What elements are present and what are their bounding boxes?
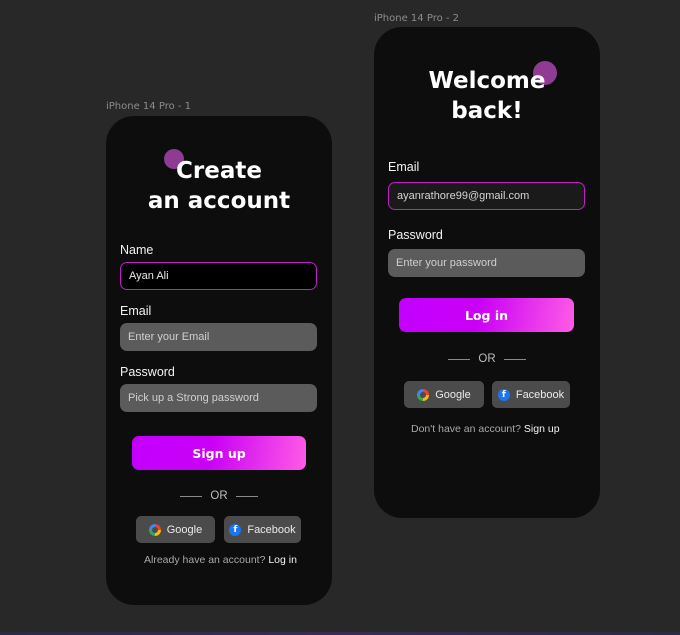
email-input[interactable]: Enter your Email (120, 323, 317, 351)
title-line-2: an account (147, 188, 291, 214)
divider-line-right (235, 495, 258, 497)
or-divider: OR (374, 353, 600, 365)
password-label: Password (388, 228, 443, 242)
divider-text: OR (210, 490, 228, 502)
page-title: Create an account (106, 156, 332, 216)
password-input[interactable]: Pick up a Strong password (120, 384, 317, 412)
or-divider: OR (106, 490, 332, 502)
google-label: Google (435, 388, 471, 401)
login-title-wrap: Welcome back! (374, 66, 600, 126)
facebook-label: Facebook (247, 523, 296, 536)
log-in-button[interactable]: Log in (399, 298, 574, 332)
frame-label-signup: iPhone 14 Pro - 1 (106, 101, 192, 112)
login-screen: Welcome back! Email ayanrathore99@gmail.… (374, 27, 600, 518)
password-label: Password (120, 365, 175, 379)
sign-up-link[interactable]: Sign up (524, 423, 560, 435)
signup-title-wrap: Create an account (106, 156, 332, 216)
facebook-label: Facebook (515, 388, 565, 401)
footer-text: Already have an account? (144, 554, 266, 566)
facebook-button[interactable]: f Facebook (492, 381, 570, 408)
facebook-icon: f (497, 388, 510, 401)
google-label: Google (166, 523, 203, 536)
facebook-button[interactable]: f Facebook (224, 516, 301, 543)
title-line-1: Welcome (428, 68, 546, 94)
log-in-link[interactable]: Log in (268, 554, 297, 566)
email-label: Email (120, 304, 152, 318)
signup-screen: Create an account Name Ayan Ali Email En… (106, 116, 332, 605)
title-line-2: back! (451, 98, 523, 124)
divider-line-left (180, 495, 203, 497)
divider-line-right (503, 358, 526, 360)
title-line-1: Create (176, 158, 262, 184)
google-button[interactable]: Google (404, 381, 484, 408)
page-title: Welcome back! (374, 66, 600, 126)
email-input[interactable]: ayanrathore99@gmail.com (388, 182, 585, 210)
divider-line-left (448, 358, 471, 360)
google-button[interactable]: Google (136, 516, 215, 543)
password-input[interactable]: Enter your password (388, 249, 585, 277)
email-label: Email (388, 160, 420, 174)
footer-text: Don't have an account? (411, 423, 521, 435)
sign-up-button[interactable]: Sign up (132, 436, 306, 470)
divider-text: OR (478, 353, 496, 365)
google-icon (148, 523, 161, 536)
facebook-icon: f (229, 523, 242, 536)
name-label: Name (120, 243, 154, 257)
signup-footer: Already have an account? Log in (144, 554, 297, 566)
login-footer: Don't have an account? Sign up (411, 423, 560, 435)
frame-label-login: iPhone 14 Pro - 2 (374, 13, 460, 24)
google-icon (417, 388, 430, 401)
name-input[interactable]: Ayan Ali (120, 262, 317, 290)
